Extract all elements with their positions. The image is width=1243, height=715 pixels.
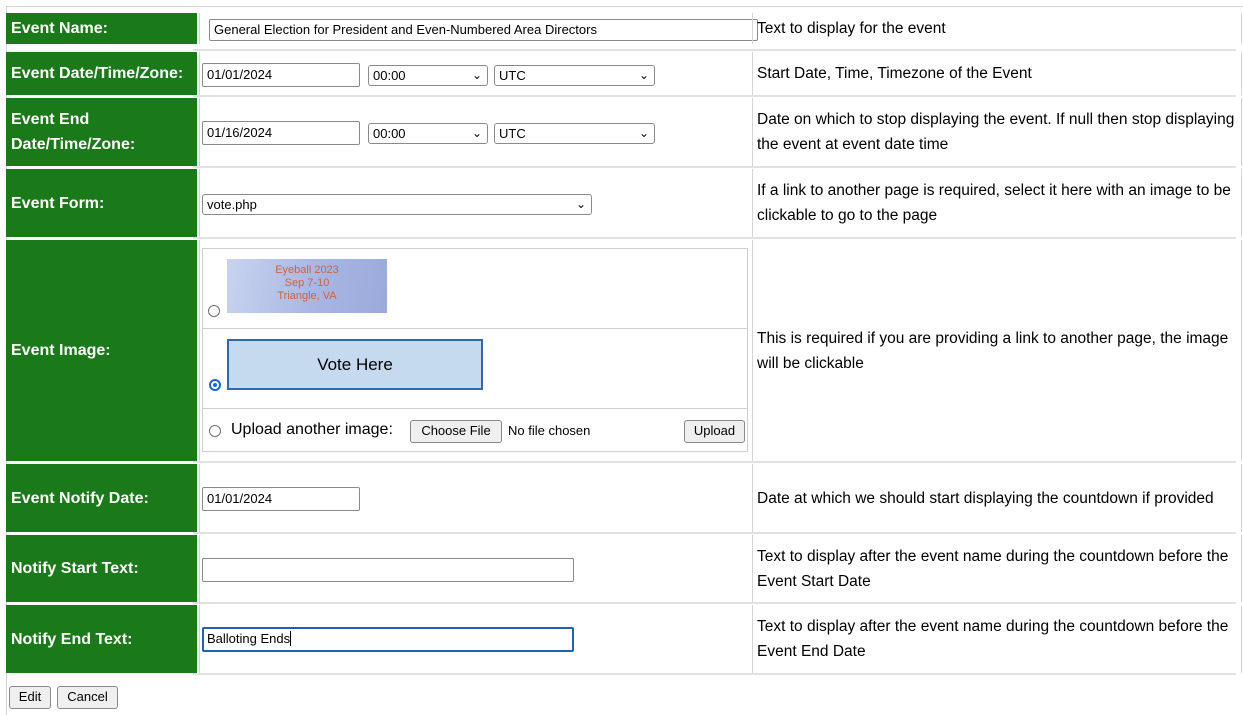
vote-here-image: Vote Here xyxy=(227,339,483,390)
row-event-end: Event End Date/Time/Zone: 01/16/2024 00:… xyxy=(6,98,1242,166)
notify-date-desc: Date at which we should start displaying… xyxy=(752,464,1242,532)
event-date-input[interactable]: 01/01/2024 xyxy=(202,63,360,87)
row-event-image: Event Image: Eyeball 2023 Sep 7-10 Trian… xyxy=(6,240,1242,461)
event-end-date-input[interactable]: 01/16/2024 xyxy=(202,121,360,145)
event-form-select[interactable]: vote.php ⌄ xyxy=(202,194,592,215)
chevron-down-icon: ⌄ xyxy=(575,197,586,211)
event-end-time-select[interactable]: 00:00 ⌄ xyxy=(368,123,488,144)
row-notify-date: Event Notify Date: 01/01/2024 Date at wh… xyxy=(6,464,1242,532)
event-end-desc: Date on which to stop displaying the eve… xyxy=(752,98,1242,166)
event-form-label: Event Form: xyxy=(6,169,197,237)
row-event-date: Event Date/Time/Zone: 01/01/2024 00:00 ⌄ … xyxy=(6,52,1242,95)
notify-start-label: Notify Start Text: xyxy=(6,535,197,602)
image-option-vote: Vote Here xyxy=(203,329,747,409)
edit-button[interactable]: Edit xyxy=(9,686,51,709)
notify-date-input[interactable]: 01/01/2024 xyxy=(202,487,360,511)
notify-date-label: Event Notify Date: xyxy=(6,464,197,532)
image-options: Eyeball 2023 Sep 7-10 Triangle, VA Vote … xyxy=(202,248,748,452)
row-event-form: Event Form: vote.php ⌄ If a link to anoth… xyxy=(6,169,1242,237)
chevron-down-icon: ⌄ xyxy=(471,126,482,140)
eyeball-image: Eyeball 2023 Sep 7-10 Triangle, VA xyxy=(227,259,387,313)
choose-file-button[interactable]: Choose File xyxy=(410,420,502,443)
upload-button[interactable]: Upload xyxy=(684,420,745,443)
chevron-down-icon: ⌄ xyxy=(638,126,649,140)
event-image-desc: This is required if you are providing a … xyxy=(752,240,1242,461)
chevron-down-icon: ⌄ xyxy=(638,68,649,82)
row-notify-start: Notify Start Text: Text to display after… xyxy=(6,535,1242,602)
row-notify-end: Notify End Text: Balloting Ends Text to … xyxy=(6,605,1242,673)
no-file-text: No file chosen xyxy=(508,423,591,438)
event-form-desc: If a link to another page is required, s… xyxy=(752,169,1242,237)
image-option-eyeball: Eyeball 2023 Sep 7-10 Triangle, VA xyxy=(203,249,747,329)
notify-start-desc: Text to display after the event name dur… xyxy=(752,535,1242,602)
notify-start-input[interactable] xyxy=(202,558,574,582)
event-time-select[interactable]: 00:00 ⌄ xyxy=(368,65,488,86)
event-name-desc: Text to display for the event xyxy=(752,13,1242,44)
event-end-label: Event End Date/Time/Zone: xyxy=(6,98,197,166)
event-zone-select[interactable]: UTC ⌄ xyxy=(494,65,655,86)
row-event-name: Event Name: General Election for Preside… xyxy=(6,13,1242,44)
event-end-zone-select[interactable]: UTC ⌄ xyxy=(494,123,655,144)
image-option-1-radio[interactable] xyxy=(208,305,220,317)
notify-end-input[interactable]: Balloting Ends xyxy=(202,627,574,652)
notify-end-desc: Text to display after the event name dur… xyxy=(752,605,1242,673)
event-name-input[interactable]: General Election for President and Even-… xyxy=(209,19,758,41)
image-option-2-radio[interactable] xyxy=(209,379,221,391)
upload-option-radio[interactable] xyxy=(209,425,221,437)
upload-label: Upload another image: xyxy=(231,421,393,438)
event-date-desc: Start Date, Time, Timezone of the Event xyxy=(752,52,1242,95)
event-image-label: Event Image: xyxy=(6,240,197,461)
event-date-label: Event Date/Time/Zone: xyxy=(6,52,197,95)
event-name-label: Event Name: xyxy=(6,13,197,44)
image-upload-row: Upload another image: Choose File No fil… xyxy=(203,409,747,451)
cancel-button[interactable]: Cancel xyxy=(57,686,118,709)
chevron-down-icon: ⌄ xyxy=(471,68,482,82)
text-caret xyxy=(290,631,292,646)
notify-end-label: Notify End Text: xyxy=(6,605,197,673)
